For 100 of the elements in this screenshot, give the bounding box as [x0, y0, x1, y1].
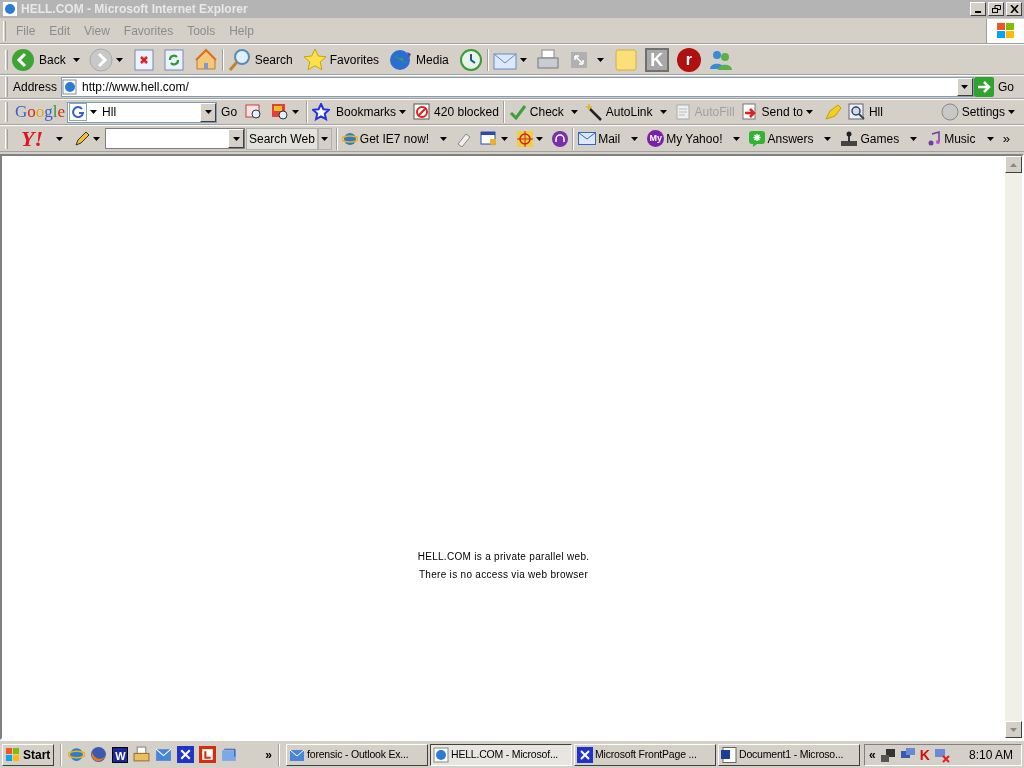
caret-icon[interactable] — [440, 136, 448, 141]
joystick-icon[interactable] — [840, 130, 859, 147]
caret-icon[interactable] — [596, 57, 604, 62]
caret-icon[interactable] — [824, 136, 832, 141]
caret-icon[interactable] — [292, 110, 300, 114]
search-site-icon[interactable] — [271, 103, 290, 121]
google-go-button[interactable]: Go — [221, 103, 238, 121]
taskbar-button[interactable]: forensic - Outlook Ex... — [286, 743, 429, 766]
star-icon[interactable] — [302, 47, 327, 72]
minimize-button[interactable] — [970, 2, 986, 16]
caret-icon[interactable] — [56, 136, 63, 141]
spellcheck-icon[interactable] — [508, 103, 527, 121]
caret-icon[interactable] — [519, 57, 527, 62]
restore-button[interactable] — [988, 2, 1004, 16]
music-note-icon[interactable] — [926, 130, 943, 147]
toolbar-link[interactable]: Games — [860, 129, 900, 148]
search-page-icon[interactable] — [245, 103, 264, 121]
go-button[interactable]: Go — [998, 78, 1014, 96]
taskbar-button[interactable]: HELL.COM - Microsof... — [430, 743, 573, 766]
clock[interactable]: 8:10 AM — [968, 745, 1013, 764]
dropdown-button[interactable] — [317, 127, 332, 150]
word-document-icon[interactable] — [721, 746, 738, 763]
google-logo: Google — [15, 101, 66, 124]
r-toolbar-button[interactable]: r — [676, 47, 701, 72]
media-button[interactable]: Media — [416, 50, 449, 69]
caret-icon[interactable] — [536, 136, 544, 141]
send-page-icon[interactable] — [740, 103, 759, 121]
caret-icon[interactable] — [72, 57, 80, 62]
start-button[interactable]: Start — [2, 743, 55, 766]
down-arrow-icon — [1010, 727, 1017, 732]
caret-icon[interactable] — [570, 110, 578, 114]
find-term-button[interactable]: Hll — [868, 103, 883, 121]
send-to-button[interactable]: Send to — [761, 103, 803, 121]
up-arrow-icon — [1010, 162, 1017, 167]
caret-icon[interactable] — [90, 110, 98, 114]
caret-icon[interactable] — [501, 136, 509, 141]
toolbar-link[interactable]: My Yahoo! — [666, 129, 723, 148]
headphones-icon[interactable] — [552, 130, 569, 147]
frontpage-app-icon[interactable] — [577, 746, 594, 763]
caret-icon[interactable] — [659, 110, 667, 114]
caret-icon[interactable] — [986, 136, 994, 141]
toolbar-link[interactable]: Music — [944, 129, 976, 148]
printer-icon[interactable] — [535, 47, 560, 72]
globe-icon[interactable] — [389, 47, 414, 72]
window-shield-icon[interactable] — [480, 130, 499, 147]
page-text: There is no access via web browser — [418, 568, 589, 582]
caret-icon[interactable] — [805, 110, 813, 114]
magic-wand-icon[interactable] — [584, 103, 603, 121]
caret-icon — [232, 136, 240, 141]
search-web-button[interactable]: Search Web — [246, 127, 318, 150]
taskbar-button[interactable]: Document1 - Microso... — [718, 743, 861, 766]
printer-icon[interactable] — [133, 746, 151, 763]
find-page-icon[interactable] — [847, 103, 866, 121]
quick-launch-more[interactable]: » — [265, 745, 273, 764]
scroll-down-button[interactable] — [1005, 721, 1022, 738]
network-error-icon[interactable] — [933, 746, 950, 763]
back-button[interactable]: Back — [39, 50, 66, 69]
tray-expand-button[interactable]: « — [869, 745, 876, 764]
caret-icon[interactable] — [631, 136, 639, 141]
restore-icon — [991, 5, 1001, 13]
pencil-icon[interactable] — [74, 130, 90, 147]
speech-bubble-icon[interactable] — [749, 130, 766, 147]
autolink-button[interactable]: AutoLink — [605, 103, 653, 121]
address-field[interactable]: http://www.hell.com/ — [61, 77, 974, 97]
close-button[interactable] — [1006, 2, 1022, 16]
envelope-icon[interactable] — [578, 132, 597, 145]
word-app-icon[interactable]: W — [112, 746, 129, 763]
yahoo-search-field[interactable] — [105, 128, 245, 149]
search-button[interactable]: Search — [254, 50, 293, 69]
caret-icon[interactable] — [93, 136, 100, 141]
magnifier-icon[interactable] — [227, 47, 252, 72]
crosshair-icon[interactable] — [517, 130, 534, 147]
toolbar-link[interactable]: Mail — [598, 129, 621, 148]
check-button[interactable]: Check — [529, 103, 564, 121]
caret-icon[interactable] — [115, 57, 123, 62]
fox-globe-icon[interactable] — [90, 746, 108, 763]
caret-icon[interactable] — [910, 136, 918, 141]
more-chevron[interactable]: » — [1002, 128, 1010, 149]
favorites-button[interactable]: Favorites — [329, 50, 380, 69]
caret-icon[interactable] — [1008, 110, 1015, 114]
bookmarks-button[interactable]: Bookmarks — [336, 103, 397, 121]
presentation-app-icon[interactable] — [199, 746, 217, 763]
antivirus-k-icon[interactable]: K — [919, 746, 930, 763]
caret-icon[interactable] — [733, 136, 741, 141]
history-clock-icon[interactable] — [458, 47, 483, 72]
frontpage-app-icon[interactable] — [177, 746, 195, 763]
windows-flag-icon — [6, 747, 20, 762]
settings-button[interactable]: Settings — [961, 103, 1005, 121]
caret-icon[interactable] — [399, 110, 407, 114]
star-outline-icon[interactable] — [312, 103, 331, 121]
taskbar-button[interactable]: Microsoft FrontPage ... — [574, 743, 717, 766]
stop-page-icon[interactable] — [133, 48, 154, 71]
vertical-scrollbar[interactable] — [1005, 156, 1022, 738]
popup-blocked-count[interactable]: 420 blocked — [434, 103, 499, 121]
google-search-field[interactable]: Hll — [67, 101, 218, 123]
blocked-window-icon[interactable] — [413, 103, 432, 121]
toolbar-link[interactable]: Answers — [767, 129, 814, 148]
toolbar-link[interactable]: Get IE7 now! — [359, 129, 430, 148]
refresh-page-icon[interactable] — [163, 48, 184, 71]
scroll-up-button[interactable] — [1005, 156, 1022, 173]
